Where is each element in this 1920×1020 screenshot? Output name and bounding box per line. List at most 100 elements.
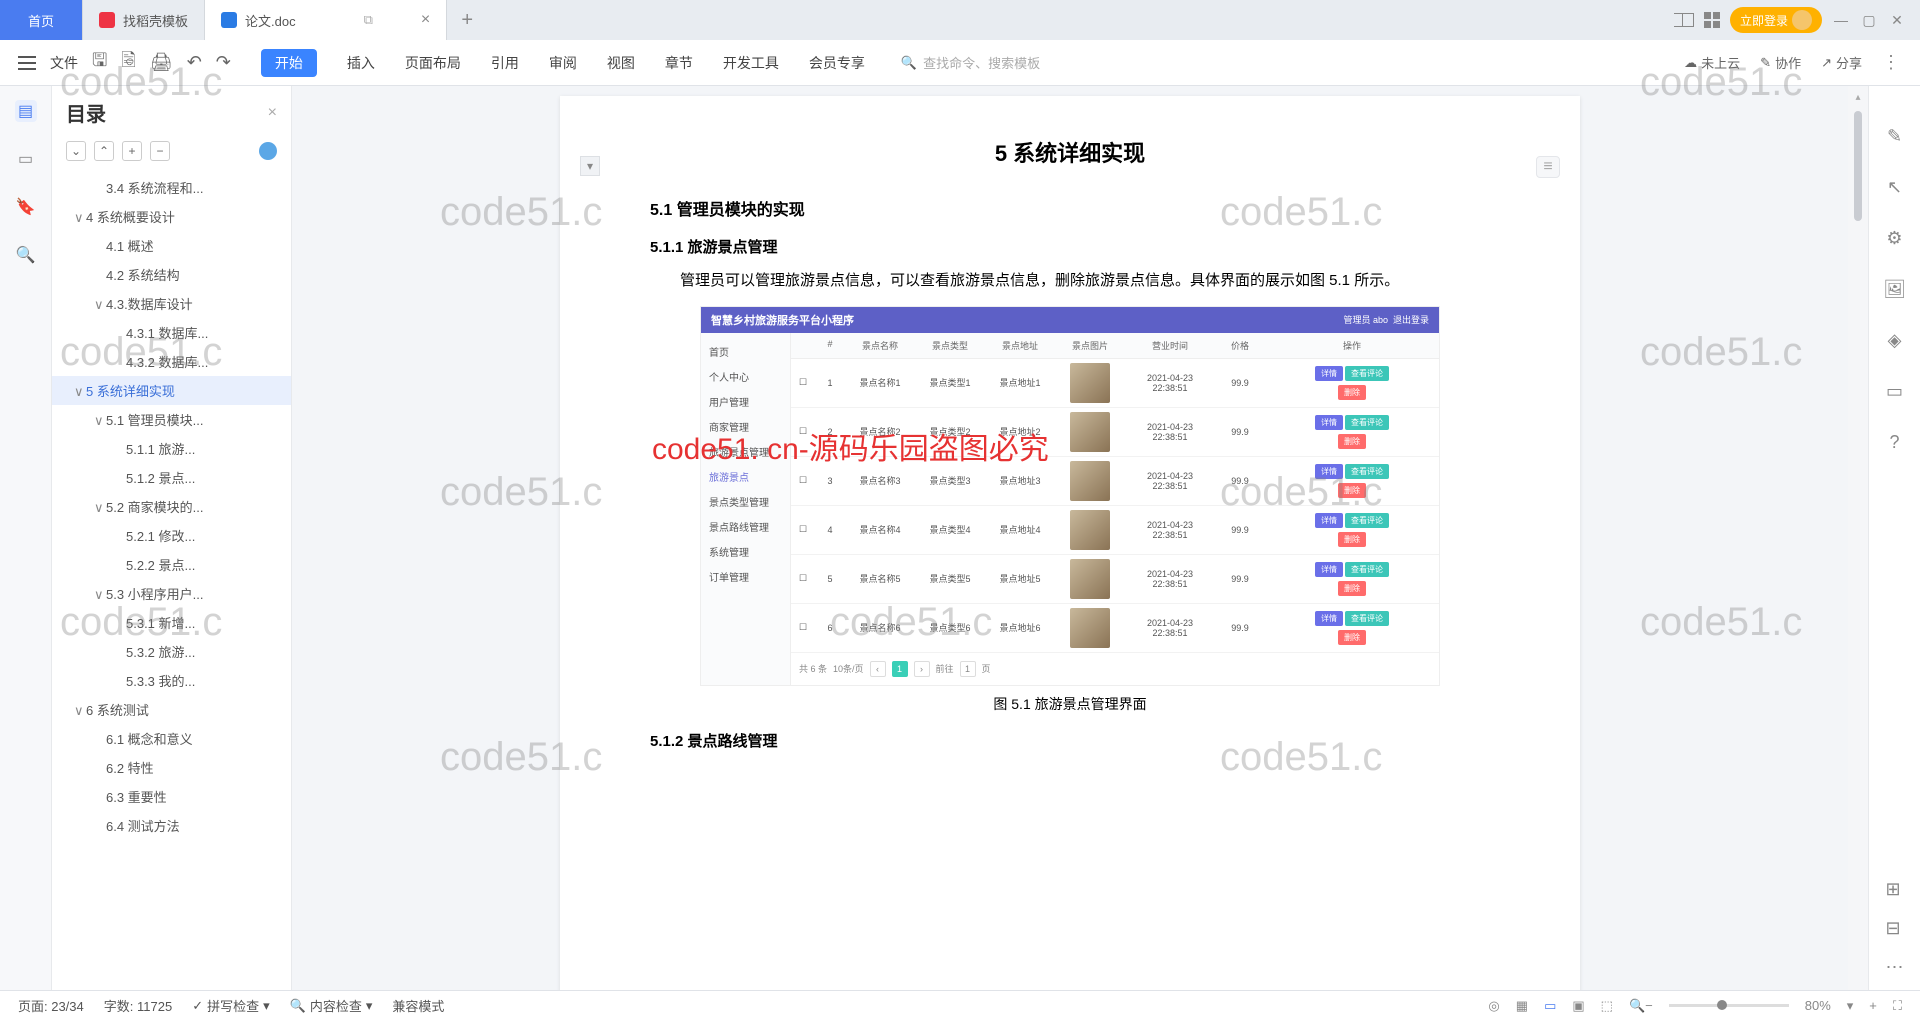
outline-item[interactable]: 4.3.2 数据库... bbox=[52, 347, 291, 376]
document-canvas[interactable]: ▾ ≡ 5 系统详细实现 5.1 管理员模块的实现 5.1.1 旅游景点管理 管… bbox=[292, 86, 1848, 990]
apps-icon[interactable] bbox=[1704, 12, 1720, 28]
outline-item[interactable]: 6.1 概念和意义 bbox=[52, 724, 291, 753]
image-icon[interactable]: 🖼 bbox=[1883, 279, 1906, 300]
collapse-all-button[interactable]: ⌄ bbox=[66, 141, 86, 161]
view-icon-3[interactable]: ▭ bbox=[1544, 998, 1556, 1014]
page-options-button[interactable]: ▾ bbox=[580, 156, 600, 176]
outline-rail-icon[interactable]: ▤ bbox=[15, 100, 37, 122]
more-tools-icon[interactable]: ⋯ bbox=[1886, 957, 1904, 978]
content-check-button[interactable]: 🔍内容检查 ▾ bbox=[290, 996, 373, 1015]
share-button[interactable]: ↗分享 bbox=[1821, 53, 1862, 72]
settings-slider-icon[interactable]: ⚙ bbox=[1886, 228, 1902, 249]
ribbon-tabs: 开始 插入 页面布局 引用 审阅 视图 章节 开发工具 会员专享 bbox=[261, 49, 865, 77]
outline-item[interactable]: 5.3.3 我的... bbox=[52, 666, 291, 695]
outline-item[interactable]: ∨6 系统测试 bbox=[52, 695, 291, 724]
outline-item[interactable]: 5.1.2 景点... bbox=[52, 463, 291, 492]
outline-close-icon[interactable]: × bbox=[268, 104, 277, 122]
zoom-out-button[interactable]: 🔍− bbox=[1629, 998, 1653, 1014]
new-tab-button[interactable]: + bbox=[447, 0, 487, 40]
read-icon[interactable]: ▭ bbox=[1886, 381, 1903, 402]
fullscreen-icon[interactable]: ⛶ bbox=[1893, 998, 1902, 1014]
outline-item[interactable]: ∨4.3.数据库设计 bbox=[52, 289, 291, 318]
outline-item[interactable]: 4.1 概述 bbox=[52, 231, 291, 260]
print-icon[interactable]: 🖨 bbox=[150, 52, 173, 73]
zoom-in-button[interactable]: + bbox=[1869, 998, 1877, 1013]
select-icon[interactable]: ↖ bbox=[1887, 177, 1902, 198]
outline-item[interactable]: ∨5.3 小程序用户... bbox=[52, 579, 291, 608]
close-tab-icon[interactable]: × bbox=[421, 11, 430, 29]
pen-icon[interactable]: ✎ bbox=[1887, 126, 1902, 147]
cloud-status[interactable]: ☁未上云 bbox=[1684, 53, 1740, 72]
layout-icon[interactable] bbox=[1674, 13, 1694, 27]
outline-item[interactable]: 6.4 测试方法 bbox=[52, 811, 291, 840]
ribbon-tab-chapter[interactable]: 章节 bbox=[665, 53, 693, 73]
ribbon-tab-dev[interactable]: 开发工具 bbox=[723, 53, 779, 73]
add-level-button[interactable]: + bbox=[122, 141, 142, 161]
view-icon-1[interactable]: ◎ bbox=[1488, 998, 1499, 1014]
login-button[interactable]: 立即登录 bbox=[1730, 7, 1822, 33]
bookmark-rail-icon[interactable]: 🔖 bbox=[15, 196, 37, 218]
maximize-button[interactable]: ▢ bbox=[1860, 11, 1878, 29]
view-icon-2[interactable]: ▦ bbox=[1516, 998, 1528, 1014]
page-collapse-button[interactable]: ≡ bbox=[1536, 156, 1560, 178]
compat-mode[interactable]: 兼容模式 bbox=[392, 996, 444, 1015]
sync-icon[interactable] bbox=[259, 142, 277, 160]
tab-document[interactable]: 论文.doc ⧉ × bbox=[205, 0, 447, 40]
close-window-button[interactable]: ✕ bbox=[1888, 11, 1906, 29]
tab-template[interactable]: 找稻壳模板 bbox=[83, 0, 205, 40]
outline-item[interactable]: 5.1.1 旅游... bbox=[52, 434, 291, 463]
styles-icon[interactable]: ◈ bbox=[1888, 330, 1902, 351]
ribbon-tab-vip[interactable]: 会员专享 bbox=[809, 53, 865, 73]
outline-item[interactable]: 4.2 系统结构 bbox=[52, 260, 291, 289]
zoom-slider[interactable] bbox=[1669, 1004, 1789, 1007]
more-icon[interactable]: ⋮ bbox=[1882, 52, 1902, 73]
command-search[interactable]: 🔍 查找命令、搜索模板 bbox=[901, 53, 1040, 72]
ribbon-tab-layout[interactable]: 页面布局 bbox=[405, 53, 461, 73]
page-indicator[interactable]: 页面: 23/34 bbox=[18, 996, 84, 1015]
outline-item[interactable]: 6.3 重要性 bbox=[52, 782, 291, 811]
zoom-dropdown-icon[interactable]: ▾ bbox=[1847, 998, 1854, 1014]
zoom-level[interactable]: 80% bbox=[1805, 998, 1831, 1013]
outline-item[interactable]: ∨5.2 商家模块的... bbox=[52, 492, 291, 521]
tab-home[interactable]: 首页 bbox=[0, 0, 83, 40]
view-icon-4[interactable]: ▣ bbox=[1572, 998, 1584, 1014]
outline-item[interactable]: 5.2.2 景点... bbox=[52, 550, 291, 579]
outline-item[interactable]: 5.3.1 新增... bbox=[52, 608, 291, 637]
word-icon bbox=[221, 12, 237, 28]
remove-level-button[interactable]: − bbox=[150, 141, 170, 161]
minimize-button[interactable]: — bbox=[1832, 11, 1850, 29]
outline-item[interactable]: ∨4 系统概要设计 bbox=[52, 202, 291, 231]
outline-item[interactable]: 3.4 系统流程和... bbox=[52, 173, 291, 202]
ribbon-tab-review[interactable]: 审阅 bbox=[549, 53, 577, 73]
nav-rail-icon[interactable]: ▭ bbox=[15, 148, 37, 170]
tool-a-icon[interactable]: ⊞ bbox=[1886, 879, 1904, 900]
word-count[interactable]: 字数: 11725 bbox=[104, 996, 172, 1015]
scrollbar-thumb[interactable] bbox=[1854, 111, 1862, 221]
outline-item[interactable]: 5.2.1 修改... bbox=[52, 521, 291, 550]
display-mode-icon[interactable]: ⧉ bbox=[364, 12, 373, 28]
save-icon[interactable]: 🖫 bbox=[92, 48, 107, 78]
ribbon-tab-start[interactable]: 开始 bbox=[261, 49, 317, 77]
help-icon[interactable]: ? bbox=[1889, 432, 1899, 453]
section-h3-2: 5.1.2 景点路线管理 bbox=[650, 730, 1490, 751]
ribbon-tab-ref[interactable]: 引用 bbox=[491, 53, 519, 73]
outline-item[interactable]: 6.2 特性 bbox=[52, 753, 291, 782]
outline-item[interactable]: ∨5.1 管理员模块... bbox=[52, 405, 291, 434]
ribbon-tab-insert[interactable]: 插入 bbox=[347, 53, 375, 73]
menu-icon[interactable] bbox=[18, 56, 36, 70]
outline-item[interactable]: 5.3.2 旅游... bbox=[52, 637, 291, 666]
tool-b-icon[interactable]: ⊟ bbox=[1886, 918, 1904, 939]
spellcheck-button[interactable]: ✓拼写检查 ▾ bbox=[192, 996, 269, 1015]
file-menu[interactable]: 文件 bbox=[50, 53, 78, 73]
cooperate-button[interactable]: ✎协作 bbox=[1760, 53, 1801, 72]
view-icon-5[interactable]: ⬚ bbox=[1601, 998, 1613, 1014]
redo-icon[interactable]: ↷ bbox=[216, 52, 231, 73]
outline-item[interactable]: ∨5 系统详细实现 bbox=[52, 376, 291, 405]
undo-icon[interactable]: ↶ bbox=[187, 52, 202, 73]
expand-all-button[interactable]: ⌃ bbox=[94, 141, 114, 161]
outline-item[interactable]: 4.3.1 数据库... bbox=[52, 318, 291, 347]
ribbon-tab-view[interactable]: 视图 bbox=[607, 53, 635, 73]
search-rail-icon[interactable]: 🔍 bbox=[15, 244, 37, 266]
document-scrollbar[interactable]: ▴ bbox=[1848, 86, 1868, 990]
print-preview-icon[interactable]: 🗟 bbox=[121, 48, 135, 78]
